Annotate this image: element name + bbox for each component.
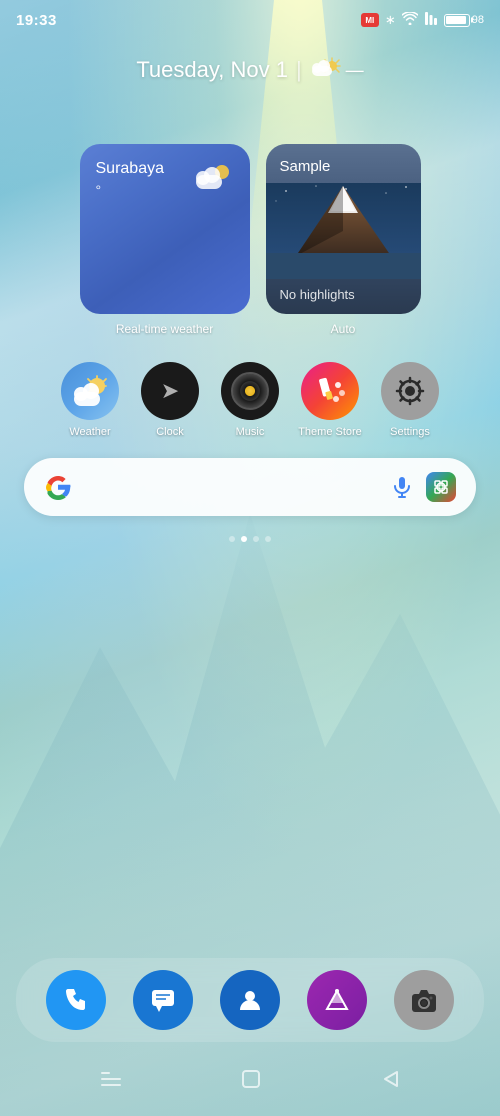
battery-indicator: 98	[444, 14, 484, 27]
music-app-icon[interactable]	[221, 362, 279, 420]
google-lens-icon[interactable]	[426, 472, 456, 502]
page-indicators	[0, 528, 500, 550]
weather-widget-icon	[194, 160, 234, 199]
date-text: Tuesday, Nov 1	[136, 57, 288, 83]
weather-widget[interactable]: Surabaya °	[80, 144, 250, 314]
music-record-icon	[231, 372, 269, 410]
app-settings[interactable]: Settings	[375, 362, 445, 438]
weather-widget-label: Real-time weather	[116, 322, 213, 336]
xiaomi-notification-icon: MI	[361, 13, 379, 27]
app-music[interactable]: Music	[215, 362, 285, 438]
weather-app-label: Weather	[69, 426, 110, 438]
weather-dash: —	[346, 60, 364, 81]
app-icons-row: Weather ➤ Clock Music	[0, 346, 500, 446]
gallery-widget[interactable]: Sample	[266, 144, 421, 314]
page-dot-4	[265, 536, 271, 542]
nav-home-icon[interactable]	[240, 1068, 262, 1096]
sim-icon	[424, 12, 438, 28]
clock-app-label: Clock	[156, 426, 184, 438]
dock-gallery[interactable]	[307, 970, 367, 1030]
mountain-image	[266, 183, 421, 279]
status-icons: MI ∗	[361, 12, 484, 28]
settings-app-icon[interactable]	[381, 362, 439, 420]
gallery-widget-container[interactable]: Sample	[266, 144, 421, 336]
search-mic-icon[interactable]	[390, 475, 414, 499]
dock-phone[interactable]	[46, 970, 106, 1030]
nav-menu-icon[interactable]	[99, 1070, 123, 1094]
google-logo	[44, 473, 72, 501]
weather-inline: —	[310, 56, 364, 84]
battery-level: 98	[472, 14, 484, 26]
app-theme-store[interactable]: Theme Store	[295, 362, 365, 438]
status-time: 19:33	[16, 12, 57, 29]
theme-store-app-label: Theme Store	[298, 426, 362, 438]
clock-app-icon[interactable]: ➤	[141, 362, 199, 420]
date-widget: Tuesday, Nov 1 | —	[0, 36, 500, 94]
weather-city: Surabaya	[96, 160, 165, 178]
bluetooth-icon: ∗	[385, 12, 396, 28]
settings-app-label: Settings	[390, 426, 430, 438]
app-weather[interactable]: Weather	[55, 362, 125, 438]
status-bar: 19:33 MI ∗	[0, 0, 500, 36]
page-dot-2	[241, 536, 247, 542]
gallery-title: Sample	[266, 144, 421, 183]
search-bar[interactable]	[24, 458, 476, 516]
dock-camera[interactable]	[394, 970, 454, 1030]
page-dot-3	[253, 536, 259, 542]
cloud-icon	[310, 56, 342, 84]
dock-messages[interactable]	[133, 970, 193, 1030]
dock	[16, 958, 484, 1042]
weather-app-icon[interactable]	[61, 362, 119, 420]
weather-widget-container[interactable]: Surabaya ° Real-time weather	[80, 144, 250, 336]
app-clock[interactable]: ➤ Clock	[135, 362, 205, 438]
theme-store-app-icon[interactable]	[301, 362, 359, 420]
widgets-row: Surabaya ° Real-time weather	[0, 124, 500, 346]
gallery-widget-label: Auto	[331, 322, 356, 336]
weather-temp: °	[96, 182, 165, 198]
music-app-label: Music	[236, 426, 265, 438]
dock-contacts[interactable]	[220, 970, 280, 1030]
nav-bar	[0, 1058, 500, 1116]
gallery-footer: No highlights	[266, 279, 421, 314]
nav-back-icon[interactable]	[379, 1068, 401, 1096]
clock-arrow-icon: ➤	[161, 378, 179, 404]
wifi-icon	[402, 12, 418, 28]
page-dot-1	[229, 536, 235, 542]
date-divider: |	[296, 57, 302, 83]
